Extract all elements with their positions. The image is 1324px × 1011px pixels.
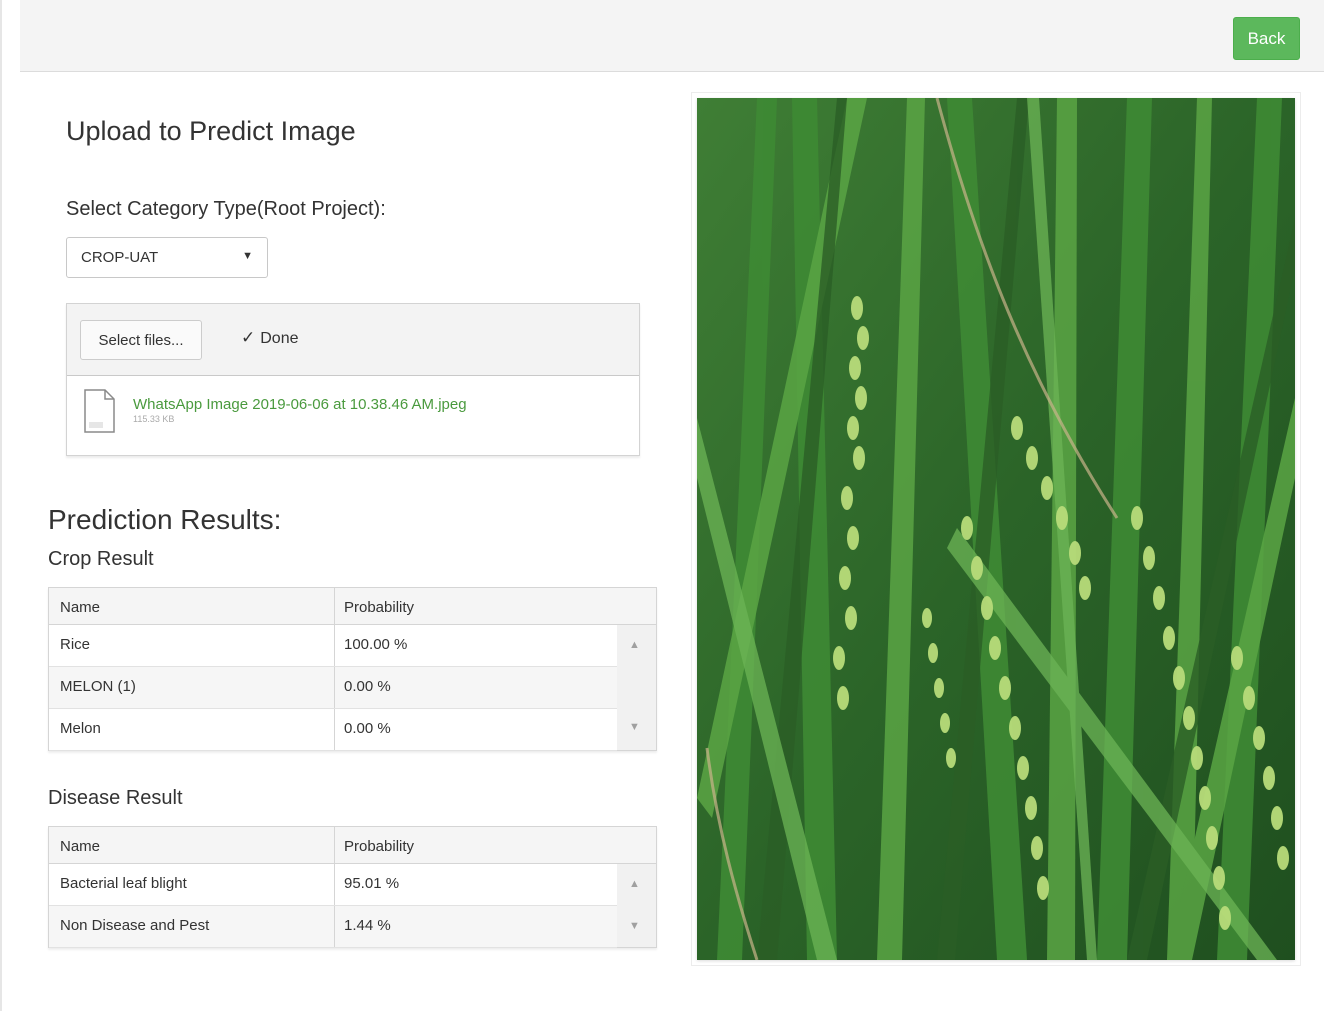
uploaded-image-preview	[697, 98, 1295, 960]
column-header-name[interactable]: Name	[60, 599, 100, 616]
table-row[interactable]: MELON (1) 0.00 %	[49, 667, 617, 709]
table-row[interactable]: Non Disease and Pest 1.44 %	[49, 906, 617, 948]
category-select[interactable]: CROP-UAT ▼	[66, 237, 268, 278]
crop-result-title: Crop Result	[48, 548, 154, 570]
scroll-down-icon[interactable]: ▼	[629, 920, 640, 932]
disease-result-table: Name Probability Bacterial leaf blight 9…	[48, 826, 657, 948]
upload-status: ✓ Done	[241, 328, 299, 348]
top-bar: Back	[20, 0, 1324, 72]
file-upload-panel: Select files... ✓ Done WhatsApp Image 201…	[66, 303, 640, 456]
upload-status-label: Done	[260, 330, 299, 347]
table-header: Name Probability	[49, 588, 656, 625]
prediction-results-title: Prediction Results:	[48, 504, 282, 535]
crop-name: MELON (1)	[60, 678, 136, 695]
disease-result-title: Disease Result	[48, 787, 183, 809]
checkmark-icon: ✓	[241, 328, 256, 347]
table-row[interactable]: Rice 100.00 %	[49, 625, 617, 667]
disease-probability: 95.01 %	[344, 875, 400, 892]
scroll-down-icon[interactable]: ▼	[629, 721, 640, 733]
page-edge	[0, 0, 2, 1011]
disease-name: Non Disease and Pest	[60, 917, 210, 934]
rice-plant-photo	[697, 98, 1295, 960]
caret-down-icon: ▼	[242, 250, 253, 262]
crop-probability: 100.00 %	[344, 636, 408, 653]
scroll-up-icon[interactable]: ▲	[629, 639, 640, 651]
column-header-name[interactable]: Name	[60, 838, 100, 855]
crop-name: Rice	[60, 636, 91, 653]
upload-title: Upload to Predict Image	[66, 116, 356, 146]
crop-probability: 0.00 %	[344, 720, 391, 737]
file-size: 115.33 KB	[133, 414, 175, 424]
scrollbar[interactable]: ▲ ▼	[617, 864, 656, 947]
file-icon	[84, 389, 115, 433]
crop-probability: 0.00 %	[344, 678, 391, 695]
table-row[interactable]: Melon 0.00 %	[49, 709, 617, 751]
category-label: Select Category Type(Root Project):	[66, 198, 386, 220]
upload-toolbar: Select files... ✓ Done	[67, 304, 639, 376]
category-selected-value: CROP-UAT	[81, 249, 159, 266]
file-name-link[interactable]: WhatsApp Image 2019-06-06 at 10.38.46 AM…	[133, 396, 467, 413]
disease-probability: 1.44 %	[344, 917, 391, 934]
disease-name: Bacterial leaf blight	[60, 875, 187, 892]
scroll-up-icon[interactable]: ▲	[629, 878, 640, 890]
crop-result-table: Name Probability Rice 100.00 % MELON (1)…	[48, 587, 657, 751]
back-button[interactable]: Back	[1233, 17, 1300, 60]
crop-name: Melon	[60, 720, 101, 737]
scrollbar[interactable]: ▲ ▼	[617, 625, 656, 750]
column-header-probability[interactable]: Probability	[344, 838, 414, 855]
table-row[interactable]: Bacterial leaf blight 95.01 %	[49, 864, 617, 906]
column-header-probability[interactable]: Probability	[344, 599, 414, 616]
table-header: Name Probability	[49, 827, 656, 864]
select-files-button[interactable]: Select files...	[80, 320, 202, 360]
